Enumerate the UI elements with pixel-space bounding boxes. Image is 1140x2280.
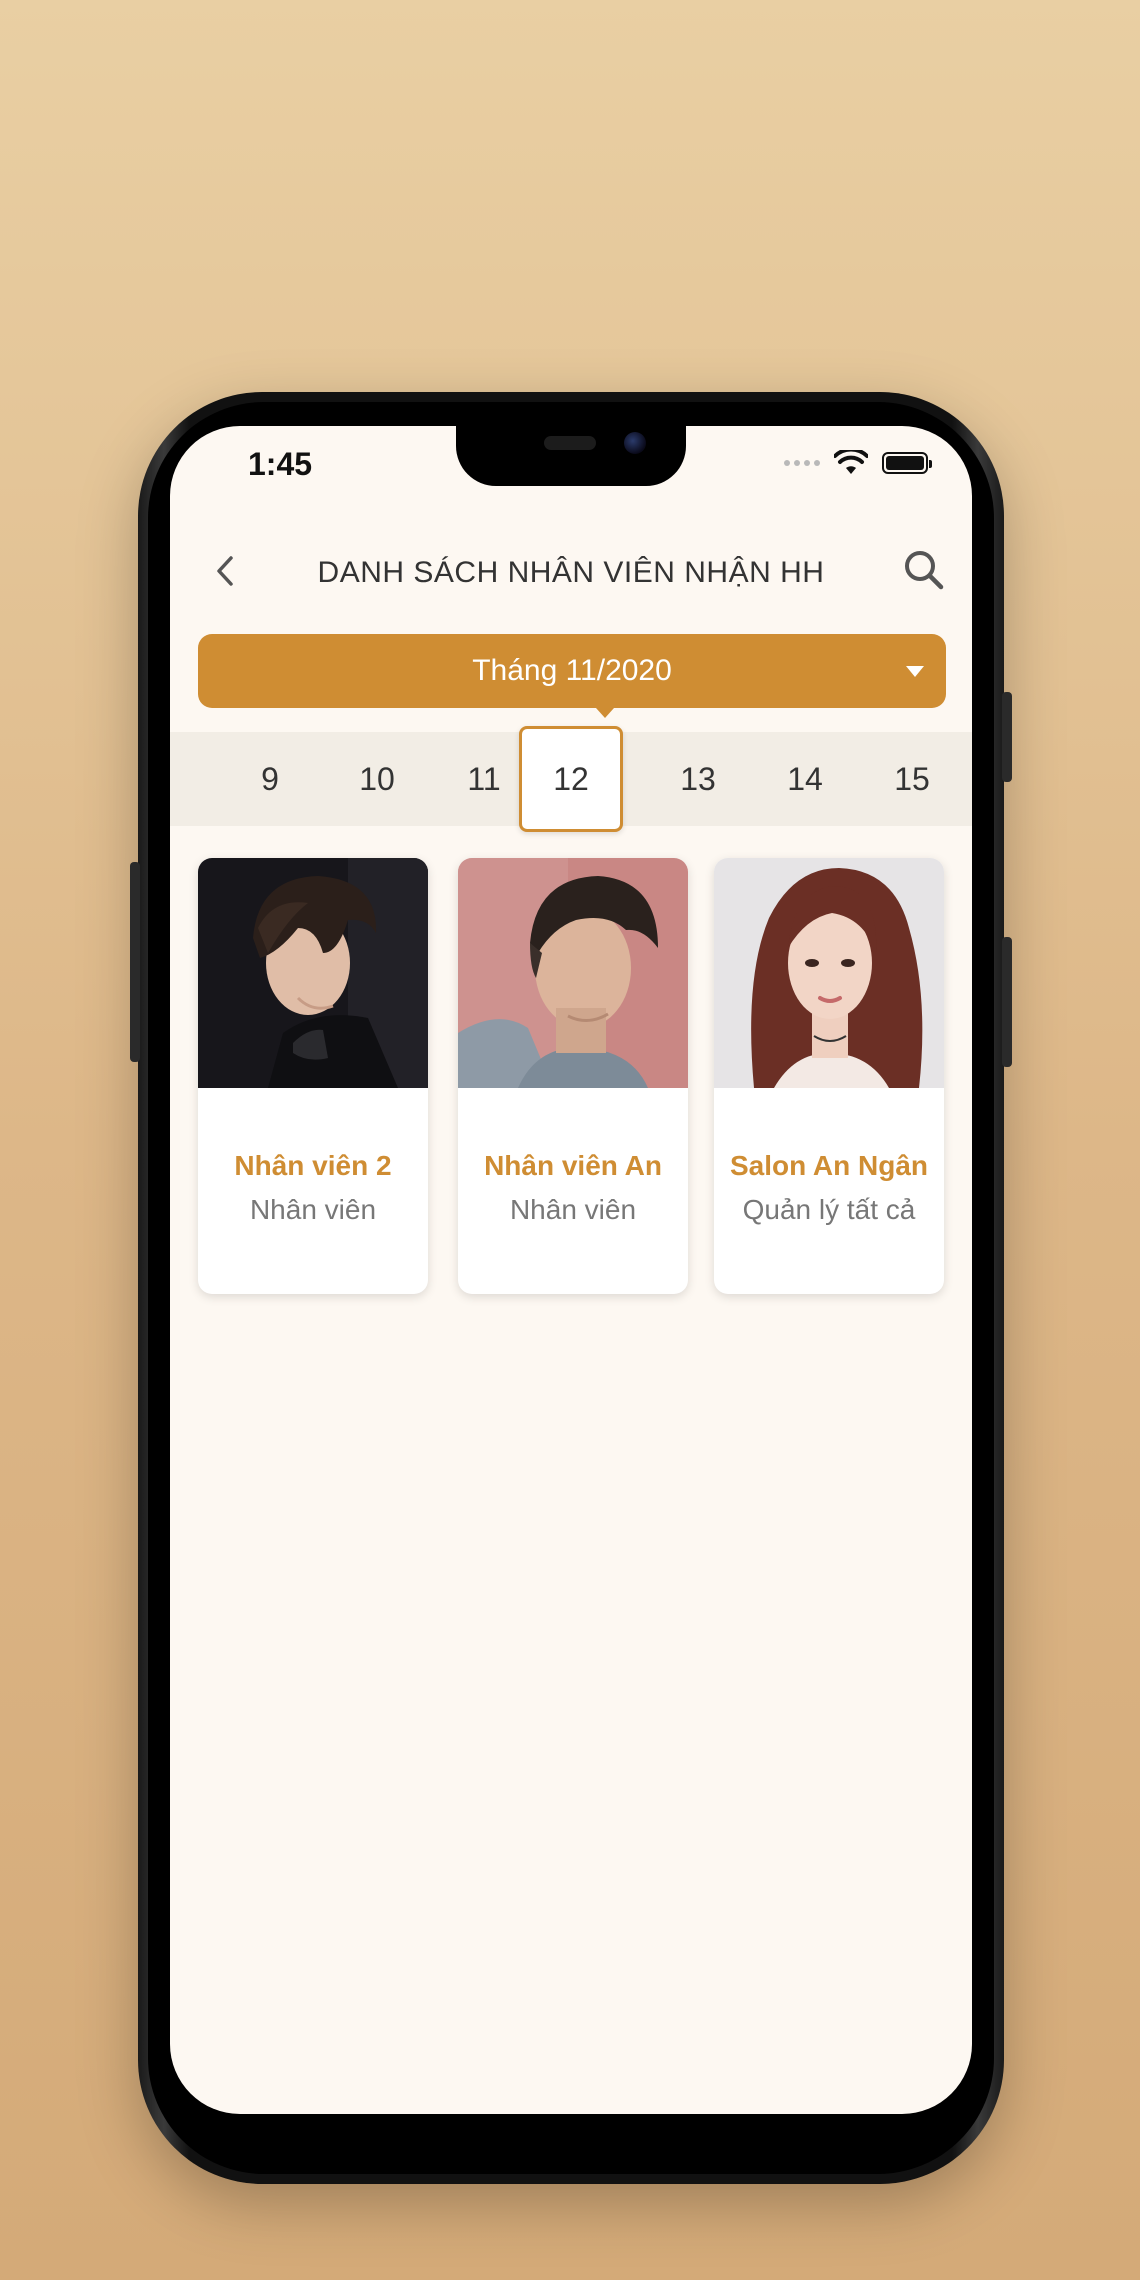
search-icon [905, 551, 944, 590]
staff-name: Nhân viên An [484, 1150, 662, 1181]
day-item-selected[interactable]: 12 [519, 726, 623, 832]
side-button [1002, 692, 1012, 782]
month-pointer [596, 708, 614, 718]
camera-icon [624, 432, 646, 454]
day-strip: 9 10 11 12 13 14 15 [170, 726, 972, 832]
staff-card[interactable]: Nhân viên 2 Nhân viên [198, 858, 428, 1294]
day-item[interactable]: 13 [646, 732, 750, 826]
page-title: DANH SÁCH NHÂN VIÊN NHẬN HH [317, 556, 825, 589]
staff-role: Nhân viên [249, 1194, 377, 1225]
staff-name: Salon An Ngân [729, 1150, 929, 1181]
staff-photo [198, 858, 428, 1088]
header: DANH SÁCH NHÂN VIÊN NHẬN HH [170, 536, 972, 606]
staff-photo [458, 858, 688, 1088]
signal-icon [784, 460, 820, 466]
day-item[interactable]: 9 [218, 732, 322, 826]
caret-down-icon [906, 666, 924, 677]
search-button[interactable] [898, 544, 950, 596]
staff-card[interactable]: Salon An Ngân Quản lý tất cả [714, 858, 944, 1294]
day-item[interactable]: 10 [325, 732, 429, 826]
month-label: Tháng 11/2020 [472, 654, 672, 687]
wifi-icon [834, 450, 868, 474]
notch [456, 426, 686, 486]
day-item[interactable]: 15 [860, 732, 964, 826]
status-time: 1:45 [248, 446, 313, 482]
app-screen: 1:45 DANH SÁCH NHÂN VIÊN NHẬN HH Tháng 1… [170, 426, 972, 2114]
speaker [544, 436, 596, 450]
status-icons [784, 450, 932, 476]
staff-role: Nhân viên [509, 1194, 637, 1225]
day-item[interactable]: 14 [753, 732, 857, 826]
phone-frame: 1:45 DANH SÁCH NHÂN VIÊN NHẬN HH Tháng 1… [130, 392, 1012, 2184]
side-button [1002, 937, 1012, 1067]
battery-icon [882, 452, 932, 474]
month-selector[interactable]: Tháng 11/2020 [198, 634, 946, 718]
volume-button [130, 862, 140, 1062]
staff-photo [714, 858, 944, 1088]
staff-name: Nhân viên 2 [234, 1150, 392, 1181]
staff-card[interactable]: Nhân viên An Nhân viên [458, 858, 688, 1294]
staff-role: Quản lý tất cả [742, 1194, 916, 1225]
